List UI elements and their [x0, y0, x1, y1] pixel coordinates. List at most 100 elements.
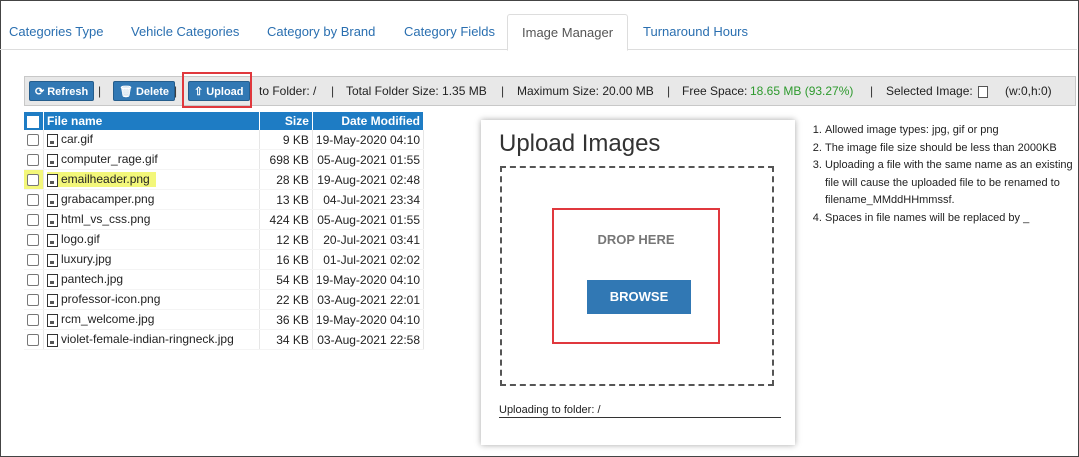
tab-turnaround-hours[interactable]: Turnaround Hours [643, 14, 748, 49]
table-row[interactable]: pantech.jpg 54 KB 19-May-2020 04:10 [24, 269, 425, 290]
row-select-cell [24, 249, 44, 270]
toolbar-separator: | [501, 84, 505, 98]
file-name-cell[interactable]: emailheader.png [43, 169, 260, 190]
highlighted-file-name: emailheader.png [47, 172, 156, 187]
table-row[interactable]: html_vs_css.png 424 KB 05-Aug-2021 01:55 [24, 209, 425, 230]
row-checkbox[interactable] [27, 314, 39, 327]
browse-button[interactable]: BROWSE [587, 280, 691, 314]
row-checkbox[interactable] [27, 294, 39, 307]
file-name-cell[interactable]: luxury.jpg [43, 249, 260, 270]
image-file-icon [47, 233, 58, 247]
table-row[interactable]: computer_rage.gif 698 KB 05-Aug-2021 01:… [24, 149, 425, 170]
file-size: 12 KB [259, 229, 313, 250]
file-icon [978, 86, 988, 98]
row-checkbox[interactable] [27, 174, 39, 187]
file-size: 34 KB [259, 329, 313, 350]
image-file-icon [47, 273, 58, 287]
column-header-size[interactable]: Size [259, 112, 313, 130]
file-name-cell[interactable]: grabacamper.png [43, 189, 260, 210]
column-header-file-name[interactable]: File name [43, 112, 260, 130]
file-table: File name Size Date Modified car.gif 9 K… [24, 112, 425, 350]
row-select-cell [24, 309, 44, 330]
file-date: 20-Jul-2021 03:41 [312, 229, 425, 250]
image-file-icon [47, 313, 58, 327]
file-name: luxury.jpg [61, 252, 112, 267]
table-row[interactable]: car.gif 9 KB 19-May-2020 04:10 [24, 130, 425, 150]
file-date: 04-Jul-2021 23:34 [312, 189, 425, 210]
rule-item: Spaces in file names will be replaced by… [825, 210, 1075, 228]
file-name-cell[interactable]: computer_rage.gif [43, 149, 260, 170]
tab-category-fields[interactable]: Category Fields [404, 14, 495, 49]
file-name: computer_rage.gif [61, 152, 158, 167]
toolbar-separator: | [174, 84, 178, 98]
file-size: 9 KB [259, 130, 313, 150]
file-date: 19-May-2020 04:10 [312, 309, 425, 330]
free-space-label: Free Space: [682, 84, 748, 98]
file-date: 05-Aug-2021 01:55 [312, 149, 425, 170]
file-name: logo.gif [61, 232, 100, 247]
file-date: 19-May-2020 04:10 [312, 269, 425, 290]
file-size: 22 KB [259, 289, 313, 310]
table-row[interactable]: professor-icon.png 22 KB 03-Aug-2021 22:… [24, 289, 425, 310]
file-name-cell[interactable]: professor-icon.png [43, 289, 260, 310]
file-name-cell[interactable]: pantech.jpg [43, 269, 260, 290]
file-size: 424 KB [259, 209, 313, 230]
table-row[interactable]: logo.gif 12 KB 20-Jul-2021 03:41 [24, 229, 425, 250]
file-name-cell[interactable]: logo.gif [43, 229, 260, 250]
row-select-cell [24, 169, 44, 190]
row-select-cell [24, 329, 44, 350]
tab-category-by-brand[interactable]: Category by Brand [267, 14, 375, 49]
tab-vehicle-categories[interactable]: Vehicle Categories [131, 14, 239, 49]
drop-zone[interactable]: DROP HERE BROWSE [500, 166, 774, 386]
row-checkbox[interactable] [27, 194, 39, 207]
upload-label: Upload [206, 86, 244, 98]
row-checkbox[interactable] [27, 234, 39, 247]
file-name-cell[interactable]: rcm_welcome.jpg [43, 309, 260, 330]
row-checkbox[interactable] [27, 334, 39, 347]
delete-label: Delete [135, 86, 169, 98]
rule-item: Allowed image types: jpg, gif or png [825, 122, 1075, 140]
row-checkbox[interactable] [27, 134, 39, 147]
column-header-date-modified[interactable]: Date Modified [312, 112, 425, 130]
table-row[interactable]: emailheader.png 28 KB 19-Aug-2021 02:48 [24, 169, 425, 190]
toolbar-separator: | [331, 84, 335, 98]
free-space-value: 18.65 MB (93.27%) [750, 84, 854, 98]
delete-button[interactable]: 🗑 Delete [113, 81, 175, 101]
file-size: 698 KB [259, 149, 313, 170]
file-name-cell[interactable]: violet-female-indian-ringneck.jpg [43, 329, 260, 350]
image-file-icon [47, 253, 58, 267]
file-name: grabacamper.png [61, 192, 155, 207]
file-name: car.gif [61, 132, 94, 147]
toolbar-separator: | [667, 84, 671, 98]
file-name-cell[interactable]: car.gif [43, 130, 260, 150]
refresh-button[interactable]: ⟳ Refresh [29, 81, 95, 101]
file-name-cell[interactable]: html_vs_css.png [43, 209, 260, 230]
row-select-cell [24, 209, 44, 230]
row-select-cell [24, 269, 44, 290]
image-file-icon [47, 193, 58, 207]
tab-categories-type[interactable]: Categories Type [9, 14, 103, 49]
refresh-label: Refresh [47, 86, 89, 98]
row-checkbox[interactable] [27, 154, 39, 167]
rule-item: Uploading a file with the same name as a… [825, 157, 1075, 210]
selected-image-dims: (w:0,h:0) [1005, 84, 1052, 98]
file-name: pantech.jpg [61, 272, 124, 287]
row-checkbox[interactable] [27, 214, 39, 227]
image-file-icon [47, 133, 58, 147]
file-name: html_vs_css.png [61, 212, 151, 227]
row-checkbox[interactable] [27, 254, 39, 267]
upload-button[interactable]: ⇧ Upload [188, 81, 250, 101]
table-row[interactable]: rcm_welcome.jpg 36 KB 19-May-2020 04:10 [24, 309, 425, 330]
select-all-checkbox[interactable] [27, 115, 39, 128]
row-checkbox[interactable] [27, 274, 39, 287]
file-size: 13 KB [259, 189, 313, 210]
tab-image-manager[interactable]: Image Manager [507, 14, 629, 51]
upload-panel-title: Upload Images [499, 130, 661, 157]
drop-here-text: DROP HERE [597, 232, 675, 247]
file-name: professor-icon.png [61, 292, 161, 307]
table-row[interactable]: luxury.jpg 16 KB 01-Jul-2021 02:02 [24, 249, 425, 270]
file-name: rcm_welcome.jpg [61, 312, 155, 327]
table-row[interactable]: grabacamper.png 13 KB 04-Jul-2021 23:34 [24, 189, 425, 210]
toolbar: ⟳ Refresh | 🗑 Delete | ⇧ Upload to Folder: … [24, 72, 1076, 108]
table-row[interactable]: violet-female-indian-ringneck.jpg 34 KB … [24, 329, 425, 350]
